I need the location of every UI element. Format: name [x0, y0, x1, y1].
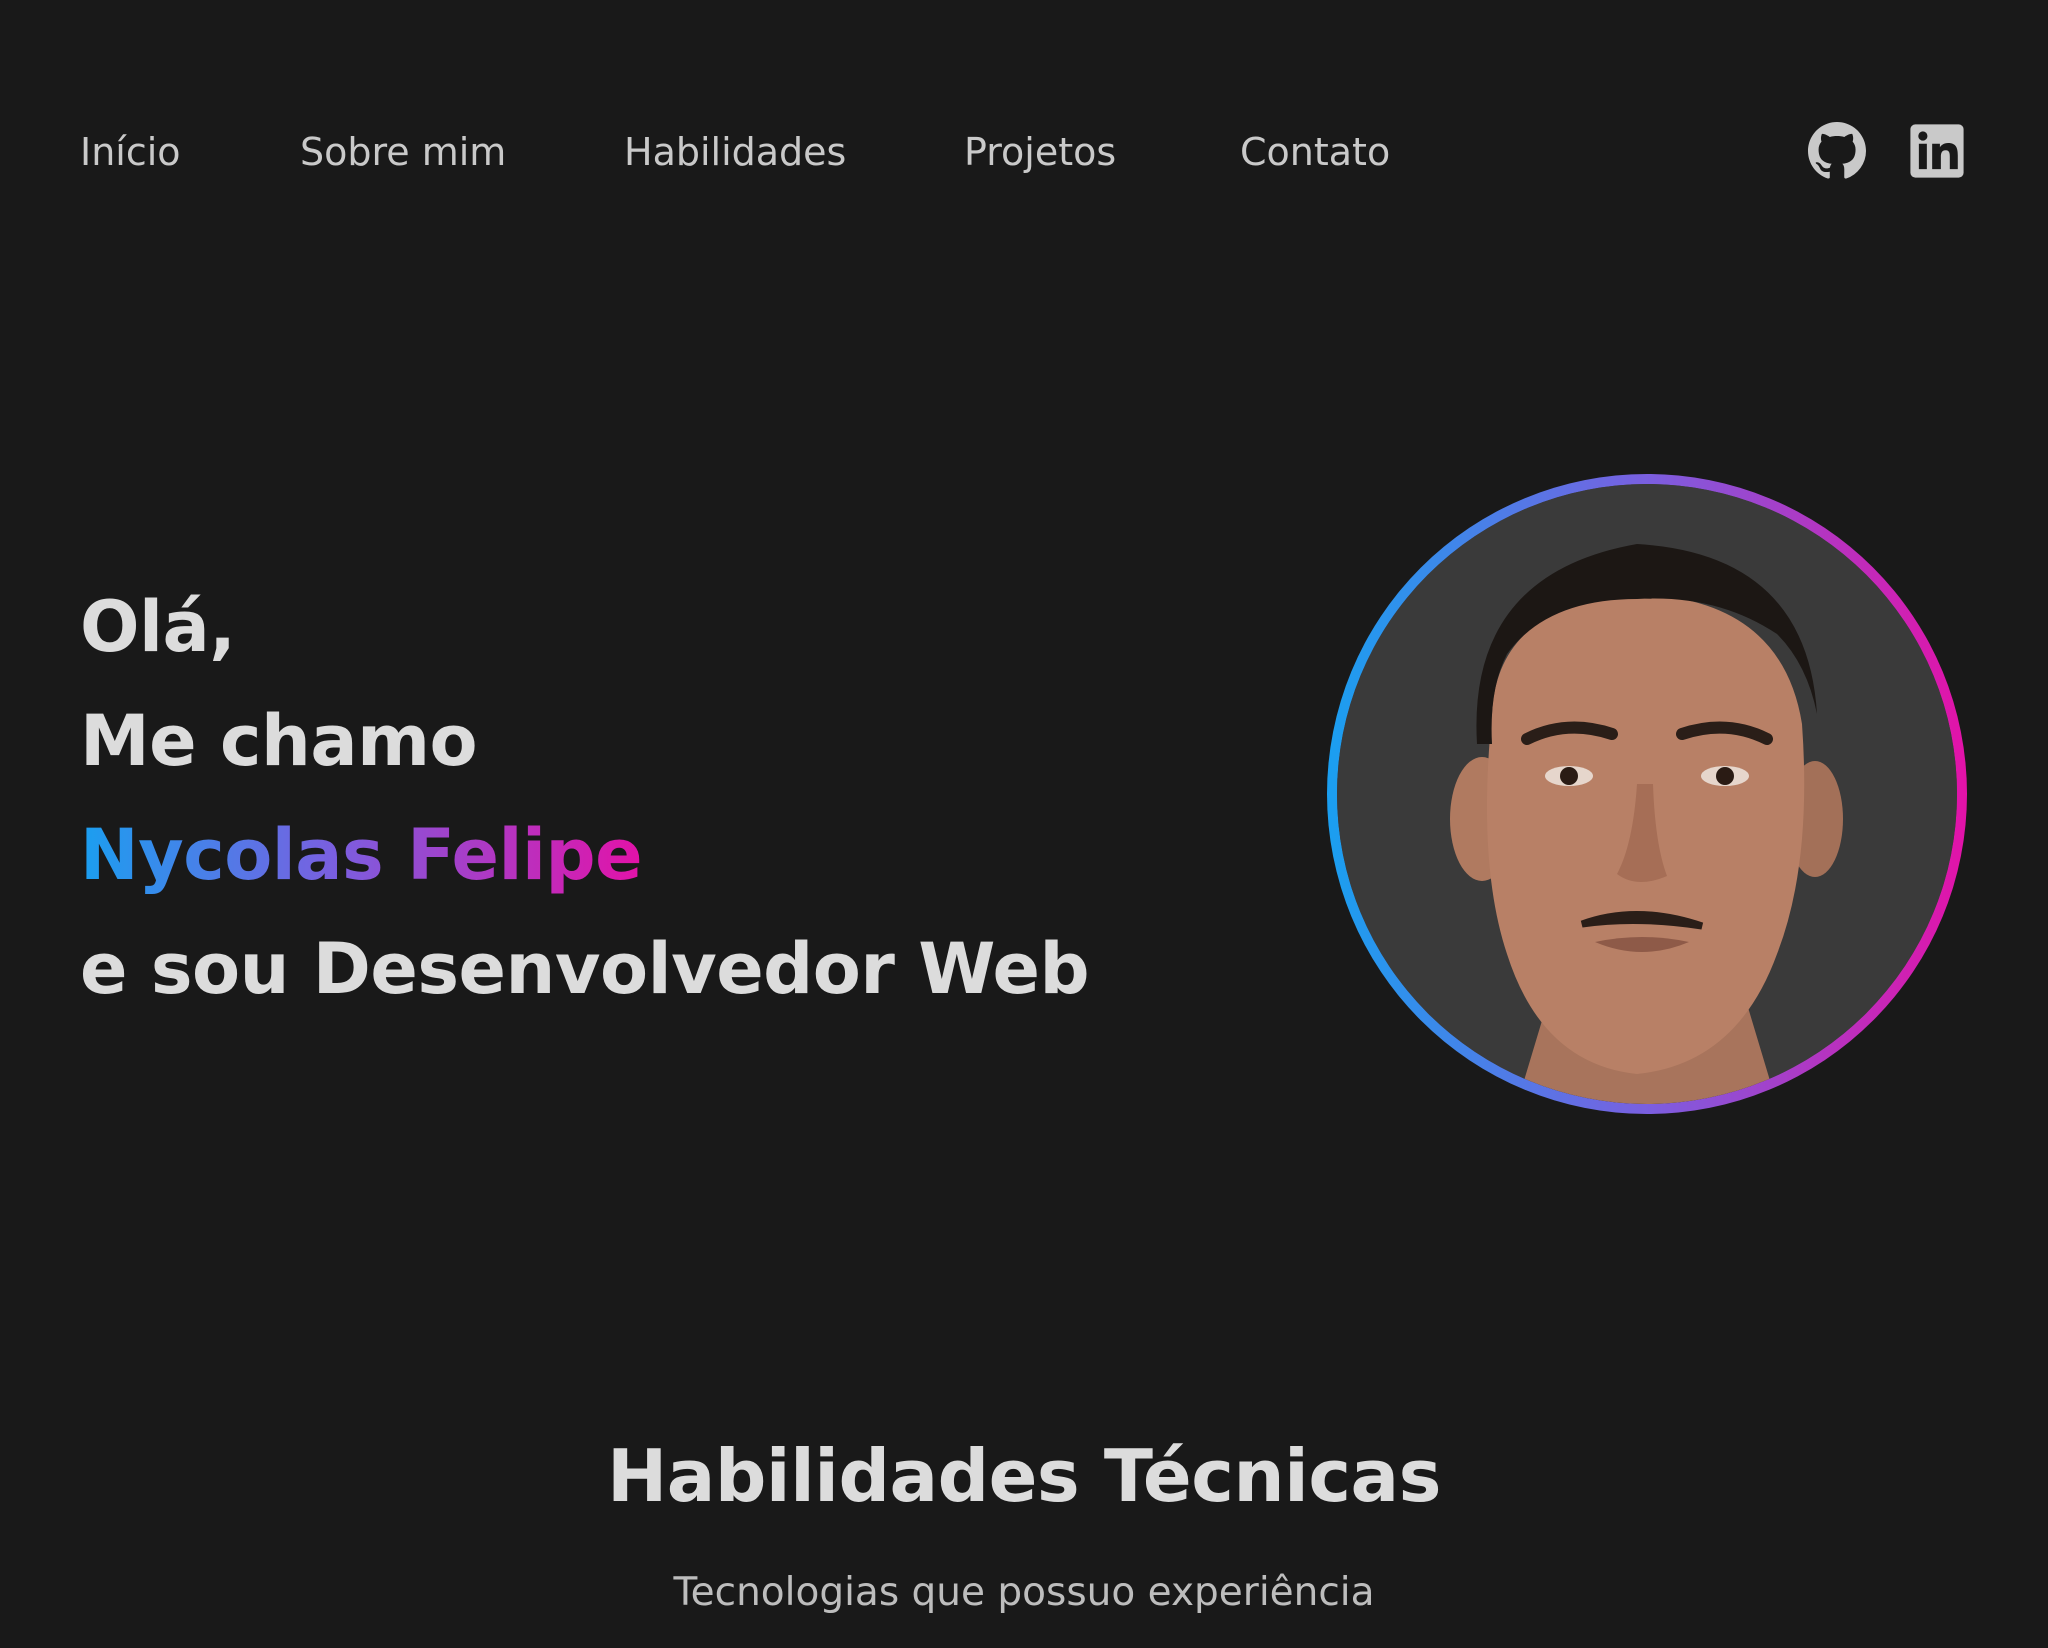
profile-photo: [1337, 484, 1957, 1104]
social-links: [1808, 122, 1966, 180]
nav-item-projetos[interactable]: Projetos: [964, 130, 1116, 174]
hero-heading: Olá, Me chamo Nycolas Felipe e sou Desen…: [80, 570, 1090, 1026]
nav-item-habilidades[interactable]: Habilidades: [624, 130, 846, 174]
nav-item-inicio[interactable]: Início: [80, 130, 181, 174]
linkedin-icon: [1910, 124, 1964, 178]
hero-greeting: Olá,: [80, 586, 236, 668]
hero-name: Nycolas Felipe: [80, 814, 643, 896]
section-title: Habilidades Técnicas: [607, 1434, 1441, 1518]
portrait-image: [1337, 484, 1957, 1104]
nav-item-contato[interactable]: Contato: [1240, 130, 1390, 174]
linkedin-link[interactable]: [1908, 122, 1966, 180]
hero-intro: Me chamo: [80, 700, 478, 782]
avatar: [1327, 474, 1967, 1114]
page: Início Sobre mim Habilidades Projetos Co…: [0, 0, 2048, 1648]
nav-item-sobre-mim[interactable]: Sobre mim: [300, 130, 506, 174]
section-subtitle: Tecnologias que possuo experiência: [673, 1570, 1375, 1615]
github-icon: [1808, 122, 1866, 179]
hero-role: e sou Desenvolvedor Web: [80, 928, 1090, 1010]
github-link[interactable]: [1808, 122, 1866, 180]
